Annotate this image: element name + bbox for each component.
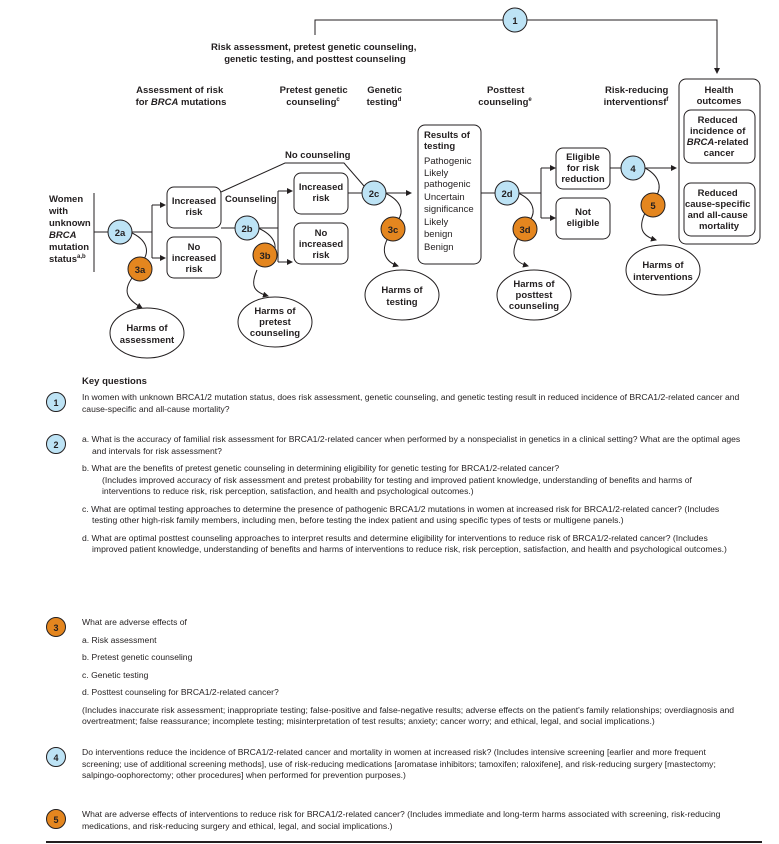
kq2b-note: (Includes improved accuracy of risk asse…: [102, 474, 692, 497]
header-assessment: Assessment of risk for BRCA mutations: [136, 85, 227, 108]
svg-text:Harms oftesting: Harms of testing: [381, 285, 423, 308]
kq2d-node[interactable]: 2d: [494, 180, 520, 206]
box-increased-risk-1: Increased risk: [166, 186, 222, 229]
kq1-badge: 1: [46, 392, 66, 412]
kq3-intro: What are adverse effects of: [82, 617, 187, 627]
box-health-outcomes: Health outcomes Reduced incidence of BRCA…: [678, 78, 761, 245]
kq2d-text: d. What are optimal posttest counseling …: [82, 532, 727, 555]
svg-text:2c: 2c: [369, 189, 380, 200]
kq2b-text: b. What are the benefits of pretest gene…: [82, 463, 560, 473]
kq2c-text: c. What are optimal testing approaches t…: [82, 503, 720, 526]
harms-pretest: Harms of pretest counseling: [237, 296, 313, 348]
bottom-rule: [46, 841, 762, 843]
kq3d-text: d. Posttest counseling for BRCA1/2-relat…: [82, 687, 279, 697]
svg-text:2d: 2d: [501, 189, 512, 200]
kq1-node[interactable]: 1: [502, 7, 528, 33]
kq4-badge: 4: [46, 747, 66, 767]
box-results-of-testing: Results of testing Pathogenic Likely path…: [417, 124, 482, 265]
no-counseling-label: No counseling: [285, 150, 351, 161]
box-increased-risk-2: Increased risk: [293, 172, 349, 215]
header-risk-reducing: Risk-reducing interventionsff: [604, 85, 671, 108]
kq4-node[interactable]: 4: [620, 155, 646, 181]
counseling-label: Counseling: [225, 194, 277, 205]
kq2a-node[interactable]: 2a: [107, 219, 133, 245]
kq5-node[interactable]: 5: [640, 192, 666, 218]
svg-text:4: 4: [630, 164, 636, 175]
svg-text:2a: 2a: [115, 228, 126, 239]
svg-text:3b: 3b: [259, 251, 270, 262]
svg-text:3d: 3d: [519, 225, 530, 236]
harms-interventions: Harms of interventions: [625, 244, 701, 296]
box-no-increased-risk-2: No increased risk: [293, 222, 349, 265]
harms-posttest: Harms of posttest counseling: [496, 269, 572, 321]
harms-testing: Harms of testing: [364, 269, 440, 321]
svg-text:Harms ofposttestcounseling: Harms of posttest counseling: [509, 279, 559, 312]
header-pretest: Pretest genetic counselingc: [280, 85, 351, 108]
overarching-label: Risk assessment, pretest genetic counsel…: [211, 42, 419, 65]
kq2a-text: a. What is the accuracy of familial risk…: [82, 434, 741, 456]
svg-text:3a: 3a: [135, 265, 146, 276]
header-genetic-testing: Genetic testingd: [367, 85, 405, 108]
box-not-eligible: Not eligible: [555, 197, 611, 240]
kq4-text: Do interventions reduce the incidence of…: [82, 747, 716, 780]
kq3c-text: c. Genetic testing: [82, 669, 149, 680]
kq5-text: What are adverse effects of intervention…: [82, 809, 721, 831]
kq3a-text: a. Risk assessment: [82, 634, 157, 645]
svg-text:2b: 2b: [241, 224, 252, 235]
box-eligible: Eligible for risk reduction: [555, 147, 611, 190]
svg-text:5: 5: [650, 201, 656, 212]
kq3b-text: b. Pretest genetic counseling: [82, 652, 193, 662]
kq2b-node[interactable]: 2b: [234, 215, 260, 241]
population-label: Women with unknown BRCA mutation statusa…: [48, 194, 93, 265]
header-posttest: Posttest counselinge: [478, 85, 532, 108]
svg-text:Eligiblefor riskreduction: Eligible for risk reduction: [561, 152, 604, 185]
analytic-framework-diagram: 1 Risk assessment, pretest genetic couns…: [48, 7, 761, 359]
kq3d-node[interactable]: 3d: [512, 216, 538, 242]
svg-text:1: 1: [512, 16, 518, 27]
kq2c-node[interactable]: 2c: [361, 180, 387, 206]
kq3b-node[interactable]: 3b: [252, 242, 278, 268]
harms-assessment: Harms of assessment: [109, 307, 185, 359]
kq3a-node[interactable]: 3a: [127, 256, 153, 282]
kq3-note: (Includes inaccurate risk assessment; in…: [82, 704, 735, 727]
kq2-badge: 2: [46, 434, 66, 454]
key-questions-title: Key questions: [82, 376, 147, 387]
kq5-badge: 5: [46, 809, 66, 829]
kq1-text: In women with unknown BRCA1/2 mutation s…: [82, 392, 740, 414]
box-no-increased-risk-1: No increased risk: [166, 236, 222, 279]
svg-text:3c: 3c: [388, 225, 399, 236]
svg-text:Harms ofassessment: Harms of assessment: [120, 323, 175, 346]
kq3-badge: 3: [46, 617, 66, 637]
kq3c-node[interactable]: 3c: [380, 216, 406, 242]
